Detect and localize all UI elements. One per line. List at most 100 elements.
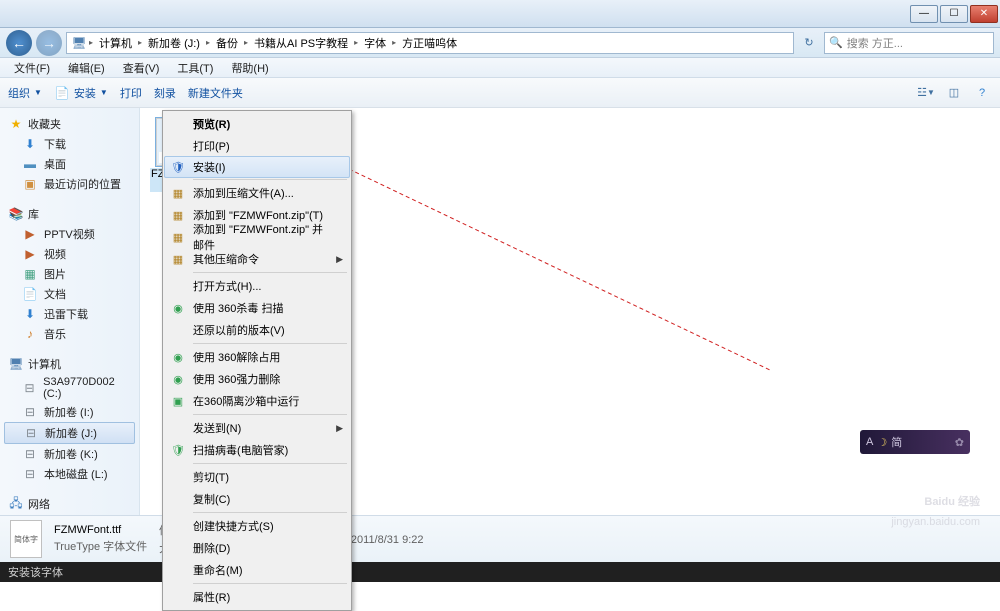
sidebar-item-recent[interactable]: ▣最近访问的位置 <box>4 174 135 194</box>
separator <box>193 512 347 513</box>
forward-button[interactable]: → <box>36 30 62 56</box>
install-button[interactable]: 📄安装▼ <box>54 85 108 101</box>
chevron-right-icon: ▸ <box>138 38 142 47</box>
preview-pane-button[interactable]: ◫ <box>944 83 964 103</box>
chevron-right-icon: ▸ <box>354 38 358 47</box>
ctx-preview[interactable]: 预览(R) <box>165 113 349 135</box>
ctx-add-zip-mail[interactable]: ▦添加到 "FZMWFont.zip" 并邮件 <box>165 226 349 248</box>
360-icon: ◉ <box>170 371 186 387</box>
ctx-open-with[interactable]: 打开方式(H)... <box>165 275 349 297</box>
library-icon: 📚 <box>8 206 24 222</box>
ctx-install[interactable]: 🛡安装(I) <box>164 156 350 178</box>
ctx-print[interactable]: 打印(P) <box>165 135 349 157</box>
sidebar-item-xunlei[interactable]: ⬇迅雷下载 <box>4 304 135 324</box>
document-icon: 📄 <box>22 286 38 302</box>
360-icon: ▣ <box>170 393 186 409</box>
breadcrumb[interactable]: 🖥 ▸ 计算机 ▸ 新加卷 (J:) ▸ 备份 ▸ 书籍从AI PS字教程 ▸ … <box>66 32 794 54</box>
breadcrumb-item[interactable]: 新加卷 (J:) <box>144 35 204 51</box>
360-icon: ◉ <box>170 300 186 316</box>
ctx-rename[interactable]: 重命名(M) <box>165 559 349 581</box>
sidebar-header-favorites[interactable]: ★收藏夹 <box>4 114 135 134</box>
search-input[interactable]: 🔍 搜索 方正... <box>824 32 994 54</box>
chevron-down-icon: ▼ <box>100 88 108 97</box>
minimize-button[interactable]: — <box>910 5 938 23</box>
sidebar-item-desktop[interactable]: ▬桌面 <box>4 154 135 174</box>
taskbar-text: 安装该字体 <box>8 564 63 580</box>
sidebar-item-videos[interactable]: ▶视频 <box>4 244 135 264</box>
ctx-other-compress[interactable]: ▦其他压缩命令▶ <box>165 248 349 270</box>
main-area: ★收藏夹 ⬇下载 ▬桌面 ▣最近访问的位置 📚库 ▶PPTV视频 ▶视频 ▦图片… <box>0 108 1000 515</box>
sidebar-item-drive-c[interactable]: ⊟S3A9770D002 (C:) <box>4 374 135 402</box>
sidebar-item-pptv[interactable]: ▶PPTV视频 <box>4 224 135 244</box>
separator <box>193 463 347 464</box>
breadcrumb-item[interactable]: 方正喵呜体 <box>398 35 461 51</box>
burn-button[interactable]: 刻录 <box>154 85 176 101</box>
menu-edit[interactable]: 编辑(E) <box>60 58 113 78</box>
chevron-down-icon: ▼ <box>34 88 42 97</box>
chevron-right-icon: ▶ <box>336 423 343 434</box>
chevron-right-icon: ▶ <box>336 254 343 265</box>
back-button[interactable]: ← <box>6 30 32 56</box>
ime-indicator[interactable]: A ☽ 简 ✿ <box>860 430 970 454</box>
close-button[interactable]: ✕ <box>970 5 998 23</box>
sidebar-header-network[interactable]: 🖧网络 <box>4 494 135 514</box>
ctx-add-compress[interactable]: ▦添加到压缩文件(A)... <box>165 182 349 204</box>
chevron-right-icon: ▸ <box>206 38 210 47</box>
sidebar-item-downloads[interactable]: ⬇下载 <box>4 134 135 154</box>
download-icon: ⬇ <box>22 136 38 152</box>
context-menu: 预览(R) 打印(P) 🛡安装(I) ▦添加到压缩文件(A)... ▦添加到 "… <box>162 110 352 611</box>
refresh-button[interactable]: ↻ <box>798 32 820 54</box>
maximize-button[interactable]: ☐ <box>940 5 968 23</box>
computer-icon: 🖥 <box>8 356 24 372</box>
organize-button[interactable]: 组织▼ <box>8 85 42 101</box>
watermark-main: Baidu 经验 <box>891 492 980 512</box>
sidebar-item-pictures[interactable]: ▦图片 <box>4 264 135 284</box>
breadcrumb-item[interactable]: 字体 <box>360 35 390 51</box>
sidebar-item-drive-l[interactable]: ⊟本地磁盘 (L:) <box>4 464 135 484</box>
breadcrumb-item[interactable]: 计算机 <box>95 35 136 51</box>
ctx-scan-360[interactable]: ◉使用 360杀毒 扫描 <box>165 297 349 319</box>
sidebar-item-documents[interactable]: 📄文档 <box>4 284 135 304</box>
star-icon: ★ <box>8 116 24 132</box>
ctx-unlock-360[interactable]: ◉使用 360解除占用 <box>165 346 349 368</box>
ctx-cut[interactable]: 剪切(T) <box>165 466 349 488</box>
sidebar-header-libraries[interactable]: 📚库 <box>4 204 135 224</box>
separator <box>193 583 347 584</box>
menu-file[interactable]: 文件(F) <box>6 58 58 78</box>
drive-icon: ⊟ <box>23 425 39 441</box>
ctx-properties[interactable]: 属性(R) <box>165 586 349 608</box>
sidebar-item-drive-j[interactable]: ⊟新加卷 (J:) <box>4 422 135 444</box>
drive-icon: ⊟ <box>22 404 38 420</box>
desktop-icon: ▬ <box>22 156 38 172</box>
view-options-button[interactable]: ☳ ▼ <box>916 83 936 103</box>
details-pane: 简体字 FZMWFont.ttf TrueType 字体文件 修改日期: 200… <box>0 515 1000 562</box>
toolbar: 组织▼ 📄安装▼ 打印 刻录 新建文件夹 ☳ ▼ ◫ ? <box>0 78 1000 108</box>
sidebar-item-drive-k[interactable]: ⊟新加卷 (K:) <box>4 444 135 464</box>
computer-icon: 🖥 <box>71 35 87 51</box>
sidebar-item-music[interactable]: ♪音乐 <box>4 324 135 344</box>
help-button[interactable]: ? <box>972 83 992 103</box>
breadcrumb-item[interactable]: 备份 <box>212 35 242 51</box>
archive-icon: ▦ <box>170 185 186 201</box>
sidebar-item-drive-i[interactable]: ⊟新加卷 (I:) <box>4 402 135 422</box>
print-button[interactable]: 打印 <box>120 85 142 101</box>
ctx-force-delete-360[interactable]: ◉使用 360强力删除 <box>165 368 349 390</box>
drive-icon: ⊟ <box>22 466 38 482</box>
menu-tools[interactable]: 工具(T) <box>169 58 221 78</box>
ctx-restore-version[interactable]: 还原以前的版本(V) <box>165 319 349 341</box>
ctx-scan-virus[interactable]: 🛡扫描病毒(电脑管家) <box>165 439 349 461</box>
download-icon: ⬇ <box>22 306 38 322</box>
ctx-send-to[interactable]: 发送到(N)▶ <box>165 417 349 439</box>
menu-help[interactable]: 帮助(H) <box>223 58 276 78</box>
ctx-create-shortcut[interactable]: 创建快捷方式(S) <box>165 515 349 537</box>
ctx-sandbox-360[interactable]: ▣在360隔离沙箱中运行 <box>165 390 349 412</box>
sidebar-header-computer[interactable]: 🖥计算机 <box>4 354 135 374</box>
breadcrumb-item[interactable]: 书籍从AI PS字教程 <box>250 35 352 51</box>
drive-icon: ⊟ <box>22 380 37 396</box>
details-filetype: TrueType 字体文件 <box>54 538 147 554</box>
new-folder-button[interactable]: 新建文件夹 <box>188 85 243 101</box>
ctx-delete[interactable]: 删除(D) <box>165 537 349 559</box>
menu-view[interactable]: 查看(V) <box>115 58 168 78</box>
ctx-copy[interactable]: 复制(C) <box>165 488 349 510</box>
watermark-url: jingyan.baidu.com <box>891 512 980 532</box>
